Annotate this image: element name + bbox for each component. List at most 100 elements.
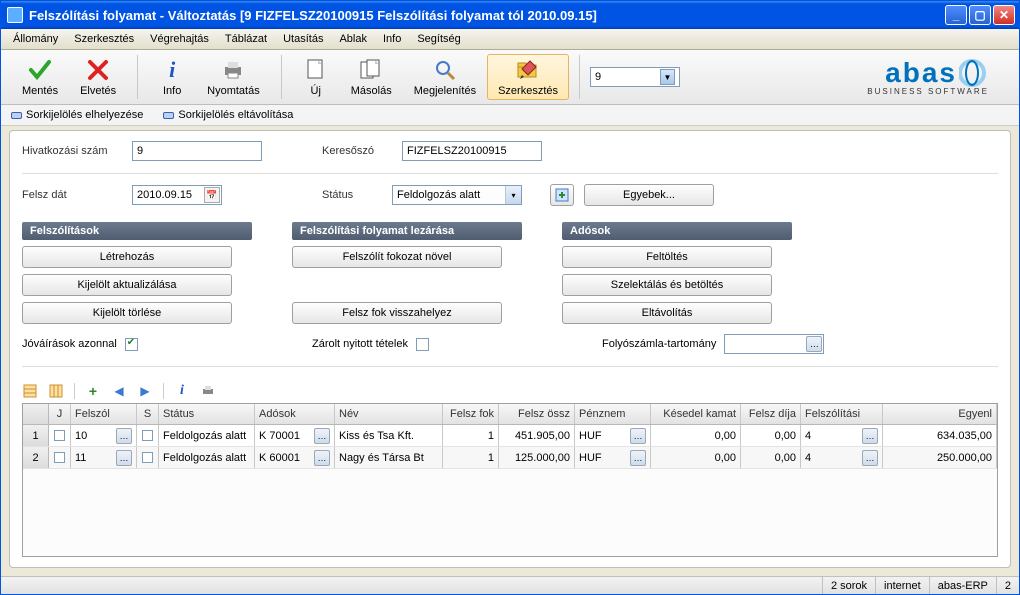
- menu-tablazat[interactable]: Táblázat: [219, 31, 273, 47]
- feltoltes-button[interactable]: Feltöltés: [562, 246, 772, 268]
- grid-icon-1[interactable]: [22, 383, 38, 399]
- menu-segitseg[interactable]: Segítség: [411, 31, 466, 47]
- lookup-icon[interactable]: …: [630, 450, 646, 466]
- cell-j[interactable]: [49, 447, 71, 468]
- zarolt-checkbox[interactable]: [416, 338, 429, 351]
- status-erp: abas-ERP: [929, 577, 996, 594]
- grid-icon-right[interactable]: ▶: [137, 383, 153, 399]
- edit-button[interactable]: Szerkesztés: [487, 54, 569, 100]
- egyebek-button[interactable]: Egyebek...: [584, 184, 714, 206]
- discard-button[interactable]: Elvetés: [69, 54, 127, 100]
- new-doc-icon: [303, 57, 329, 83]
- col-felszol[interactable]: Felszól: [71, 404, 137, 424]
- szelektalas-betoltes-button[interactable]: Szelektálás és betöltés: [562, 274, 772, 296]
- lookup-icon[interactable]: …: [314, 428, 330, 444]
- cell-adosok[interactable]: K 60001…: [255, 447, 335, 468]
- brand-logo: abas BUSINESS SOFTWARE: [867, 58, 1009, 96]
- jovairas-label: Jóváírások azonnal: [22, 338, 117, 350]
- lookup-icon[interactable]: …: [116, 428, 132, 444]
- col-status[interactable]: Státus: [159, 404, 255, 424]
- col-felszdija[interactable]: Felsz díja: [741, 404, 801, 424]
- lookup-icon[interactable]: …: [806, 336, 822, 352]
- cell-egyenl: 634.035,00: [883, 425, 997, 446]
- copy-button[interactable]: Másolás: [340, 54, 403, 100]
- table-row[interactable]: 1 10… Feldolgozás alatt K 70001… Kiss és…: [23, 425, 997, 447]
- grid-icon-print[interactable]: [200, 383, 216, 399]
- cell-penznem[interactable]: HUF…: [575, 425, 651, 446]
- menu-utasitas[interactable]: Utasítás: [277, 31, 329, 47]
- felsz-date-input[interactable]: 2010.09.15 📅: [132, 185, 222, 205]
- folyoszamla-input[interactable]: …: [724, 334, 824, 354]
- row-header: 1: [23, 425, 49, 446]
- cell-felszol[interactable]: 11…: [71, 447, 137, 468]
- grid-icon-add[interactable]: +: [85, 383, 101, 399]
- grid-icon-2[interactable]: [48, 383, 64, 399]
- search-word-input[interactable]: FIZFELSZ20100915: [402, 141, 542, 161]
- row-mark-set[interactable]: Sorkijelölés elhelyezése: [11, 109, 143, 121]
- cell-s[interactable]: [137, 425, 159, 446]
- menu-szerkesztes[interactable]: Szerkesztés: [68, 31, 140, 47]
- record-selector-combo[interactable]: 9 ▼: [590, 67, 680, 87]
- letrehozas-button[interactable]: Létrehozás: [22, 246, 232, 268]
- chevron-down-icon[interactable]: ▼: [660, 69, 675, 85]
- save-button[interactable]: Mentés: [11, 54, 69, 100]
- col-felszolitasi[interactable]: Felszólítási: [801, 404, 883, 424]
- grid-icon-info[interactable]: i: [174, 383, 190, 399]
- status-page: 2: [996, 577, 1019, 594]
- egyebek-icon-button[interactable]: [550, 184, 574, 206]
- cell-kesedel: 0,00: [651, 425, 741, 446]
- cell-felszossz: 451.905,00: [499, 425, 575, 446]
- col-j[interactable]: J: [49, 404, 71, 424]
- cell-felszol[interactable]: 10…: [71, 425, 137, 446]
- fok-visszahelyez-button[interactable]: Felsz fok visszahelyez: [292, 302, 502, 324]
- cell-s[interactable]: [137, 447, 159, 468]
- cell-adosok[interactable]: K 70001…: [255, 425, 335, 446]
- kijelolt-torlese-button[interactable]: Kijelölt törlése: [22, 302, 232, 324]
- minimize-button[interactable]: _: [945, 5, 967, 25]
- cell-felszolitasi[interactable]: 4…: [801, 425, 883, 446]
- eltavolitas-button[interactable]: Eltávolítás: [562, 302, 772, 324]
- cell-j[interactable]: [49, 425, 71, 446]
- fokozat-novel-button[interactable]: Felszólít fokozat növel: [292, 246, 502, 268]
- chevron-down-icon[interactable]: ▾: [505, 186, 521, 204]
- col-felszossz[interactable]: Felsz össz: [499, 404, 575, 424]
- cell-felszolitasi[interactable]: 4…: [801, 447, 883, 468]
- new-button[interactable]: Új: [292, 54, 340, 100]
- cell-penznem[interactable]: HUF…: [575, 447, 651, 468]
- col-egyenl[interactable]: Egyenl: [883, 404, 997, 424]
- menu-vegrehajtas[interactable]: Végrehajtás: [144, 31, 215, 47]
- col-felszfok[interactable]: Felsz fok: [443, 404, 499, 424]
- magnifier-icon: [432, 57, 458, 83]
- application-window: Felszólítási folyamat - Változtatás [9 F…: [0, 0, 1020, 595]
- group-adosok: Adósok: [562, 222, 792, 240]
- zarolt-label: Zárolt nyitott tételek: [312, 338, 408, 350]
- col-kesedel[interactable]: Késedel kamat: [651, 404, 741, 424]
- lookup-icon[interactable]: …: [862, 450, 878, 466]
- status-select[interactable]: Feldolgozás alatt ▾: [392, 185, 522, 205]
- menu-info[interactable]: Info: [377, 31, 407, 47]
- maximize-button[interactable]: ▢: [969, 5, 991, 25]
- col-nev[interactable]: Név: [335, 404, 443, 424]
- lookup-icon[interactable]: …: [630, 428, 646, 444]
- info-button[interactable]: i Info: [148, 54, 196, 100]
- calendar-icon[interactable]: 📅: [204, 187, 220, 203]
- jovairas-checkbox[interactable]: [125, 338, 138, 351]
- ref-number-input[interactable]: 9: [132, 141, 262, 161]
- table-row[interactable]: 2 11… Feldolgozás alatt K 60001… Nagy és…: [23, 447, 997, 469]
- close-button[interactable]: ✕: [993, 5, 1015, 25]
- col-s[interactable]: S: [137, 404, 159, 424]
- grid-icon-left[interactable]: ◀: [111, 383, 127, 399]
- lookup-icon[interactable]: …: [314, 450, 330, 466]
- lookup-icon[interactable]: …: [862, 428, 878, 444]
- menu-allomany[interactable]: Állomány: [7, 31, 64, 47]
- menu-ablak[interactable]: Ablak: [333, 31, 373, 47]
- lookup-icon[interactable]: …: [116, 450, 132, 466]
- col-penznem[interactable]: Pénznem: [575, 404, 651, 424]
- print-button[interactable]: Nyomtatás: [196, 54, 271, 100]
- row-mark-clear[interactable]: Sorkijelölés eltávolítása: [163, 109, 293, 121]
- kijelolt-aktualizalasa-button[interactable]: Kijelölt aktualizálása: [22, 274, 232, 296]
- cell-egyenl: 250.000,00: [883, 447, 997, 468]
- view-button[interactable]: Megjelenítés: [403, 54, 487, 100]
- edit-folder-icon: [515, 57, 541, 83]
- col-adosok[interactable]: Adósok: [255, 404, 335, 424]
